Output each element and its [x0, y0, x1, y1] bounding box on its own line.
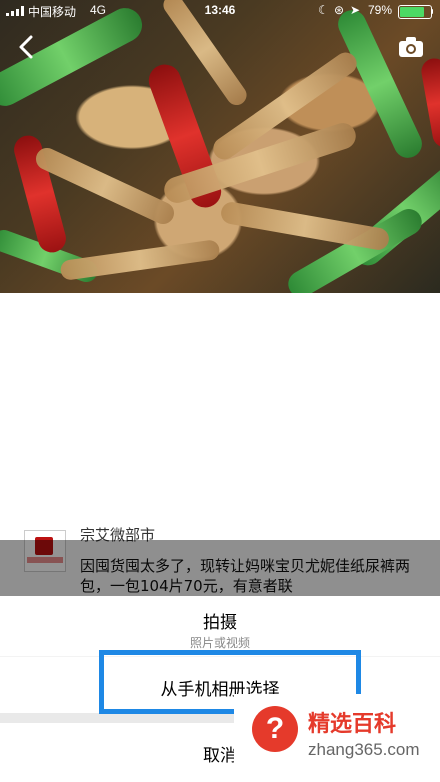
shoot-subtitle: 照片或视频	[189, 636, 250, 650]
battery-cap	[431, 9, 433, 14]
camera-icon[interactable]	[398, 36, 424, 58]
shoot-label: 拍摄	[203, 613, 237, 633]
back-icon[interactable]	[14, 34, 40, 60]
watermark: ? 精选百科 zhang365.com	[234, 694, 440, 782]
moon-icon: ☾	[318, 3, 329, 17]
battery-icon	[398, 5, 432, 19]
watermark-brand: 精选百科	[308, 712, 397, 737]
watermark-site: zhang365.com	[308, 740, 420, 759]
battery-percent: 79%	[368, 3, 393, 17]
status-bar: 中国移动 4G 13:46 ☾ ⊛ ➤ 79%	[0, 0, 440, 22]
location-arrow-icon: ➤	[350, 3, 361, 17]
header-photo	[0, 0, 440, 293]
question-mark-icon: ?	[252, 706, 298, 752]
shoot-option[interactable]: 拍摄 照片或视频	[0, 596, 440, 656]
lock-rotation-icon: ⊛	[334, 3, 345, 17]
